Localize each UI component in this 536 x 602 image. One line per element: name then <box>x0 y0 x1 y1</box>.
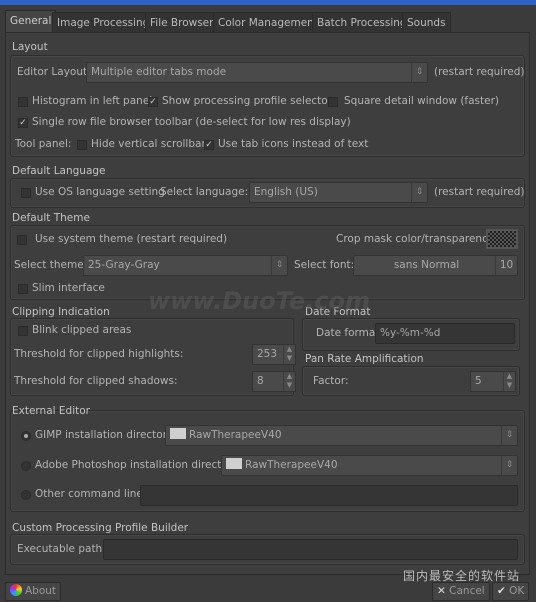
hide-scrollbar-checkbox[interactable] <box>77 140 87 150</box>
other-command-radio[interactable] <box>21 490 31 500</box>
language-value: English (US) <box>254 186 318 198</box>
show-profile-checkbox[interactable]: ✓ <box>148 97 158 107</box>
photoshop-radio[interactable] <box>21 461 31 471</box>
histogram-label: Histogram in left panel <box>32 95 153 107</box>
clipping-title: Clipping Indication <box>12 306 110 318</box>
tab-file-browser[interactable]: File Browser <box>145 12 219 33</box>
font-button[interactable]: sans Normal 10 <box>353 255 518 276</box>
highlights-spinbutton[interactable]: 253 ▲ ▼ <box>252 344 296 365</box>
photoshop-label: Adobe Photoshop installation directory: <box>35 459 242 471</box>
cancel-label: Cancel <box>449 585 485 597</box>
tab-icons-checkbox[interactable]: ✓ <box>204 140 214 150</box>
theme-select[interactable]: 25-Gray-Gray ⇕ <box>83 255 288 276</box>
tab-icons-label: Use tab icons instead of text <box>218 138 369 150</box>
square-detail-label: Square detail window (faster) <box>344 95 500 107</box>
shadows-spinbutton[interactable]: 8 ▲ ▼ <box>252 371 296 392</box>
watermark: www.DuoTe.com <box>148 287 370 315</box>
highlights-value: 253 <box>257 348 278 360</box>
use-system-theme-checkbox[interactable] <box>17 235 27 245</box>
select-font-label: Select font: <box>294 259 355 271</box>
photoshop-directory-chooser[interactable]: RawTherapeeV40 ⇕ <box>221 455 518 476</box>
about-button[interactable]: About <box>5 582 62 601</box>
use-os-language-label: Use OS language setting <box>35 186 165 198</box>
title-bar <box>0 0 536 5</box>
ok-label: OK <box>509 585 525 597</box>
check-icon: ✔ <box>497 585 506 597</box>
custom-profile-title: Custom Processing Profile Builder <box>12 522 189 534</box>
highlights-label: Threshold for clipped highlights: <box>14 348 184 360</box>
use-system-theme-label: Use system theme (restart required) <box>35 233 228 245</box>
language-select[interactable]: English (US) ⇕ <box>249 182 428 203</box>
gimp-label: GIMP installation directory: <box>35 429 177 441</box>
date-format-label: Date format: <box>316 327 384 339</box>
executable-path-input[interactable] <box>103 539 518 560</box>
folder-icon <box>226 458 242 469</box>
layout-title: Layout <box>12 41 48 53</box>
about-label: About <box>25 585 57 597</box>
select-theme-label: Select theme: <box>14 259 88 271</box>
close-icon: ✕ <box>437 585 446 597</box>
restart-note: (restart required) <box>434 66 525 78</box>
slim-interface-label: Slim interface <box>32 282 105 294</box>
gimp-directory-chooser[interactable]: RawTherapeeV40 ⇕ <box>165 425 518 446</box>
pan-title: Pan Rate Amplification <box>305 353 424 365</box>
editor-layout-label: Editor Layout: <box>17 66 91 78</box>
other-command-input[interactable] <box>140 485 518 506</box>
single-row-checkbox[interactable]: ✓ <box>18 118 28 128</box>
hide-scrollbar-label: Hide vertical scrollbar <box>91 138 206 150</box>
editor-layout-value: Multiple editor tabs mode <box>91 66 227 78</box>
chevron-updown-icon: ⇕ <box>271 256 287 275</box>
editor-layout-select[interactable]: Multiple editor tabs mode ⇕ <box>86 62 428 83</box>
slim-interface-checkbox[interactable] <box>18 284 28 294</box>
theme-value: 25-Gray-Gray <box>88 259 160 271</box>
spin-arrows-icon[interactable]: ▲ ▼ <box>283 372 295 391</box>
font-value: sans Normal <box>393 259 460 271</box>
shadows-value: 8 <box>257 375 264 387</box>
blink-clipped-checkbox[interactable] <box>18 326 28 336</box>
ok-button[interactable]: ✔ OK <box>492 582 530 601</box>
use-os-language-checkbox[interactable] <box>21 188 31 198</box>
cancel-button[interactable]: ✕ Cancel <box>432 582 490 601</box>
spin-arrows-icon[interactable]: ▲ ▼ <box>503 372 515 391</box>
single-row-label: Single row file browser toolbar (de-sele… <box>32 116 351 128</box>
shadows-label: Threshold for clipped shadows: <box>14 375 178 387</box>
histogram-checkbox[interactable] <box>18 97 28 107</box>
tab-image-processing[interactable]: Image Processing <box>52 12 155 33</box>
language-title: Default Language <box>12 165 106 177</box>
gimp-directory-value: RawTherapeeV40 <box>189 429 282 441</box>
other-command-label: Other command line: <box>35 488 147 500</box>
gimp-radio[interactable] <box>21 431 31 441</box>
blink-clipped-label: Blink clipped areas <box>32 324 132 336</box>
external-title: External Editor <box>12 405 90 417</box>
tab-general[interactable]: General <box>5 10 57 33</box>
rawtherapee-logo-icon <box>10 584 22 596</box>
tab-batch-processing[interactable]: Batch Processing <box>312 12 412 33</box>
show-profile-label: Show processing profile selector <box>162 95 333 107</box>
crop-mask-label: Crop mask color/transparency: <box>336 233 497 245</box>
folder-icon <box>170 428 186 439</box>
select-language-label: Select language: <box>160 186 249 198</box>
factor-spinbutton[interactable]: 5 ▲ ▼ <box>470 371 516 392</box>
executable-path-label: Executable path: <box>17 543 106 555</box>
chevron-updown-icon: ⇕ <box>411 183 427 202</box>
spin-arrows-icon[interactable]: ▲ ▼ <box>283 345 295 364</box>
tab-sounds[interactable]: Sounds <box>402 12 451 33</box>
font-size: 10 <box>495 256 517 275</box>
tab-color-management[interactable]: Color Management <box>213 12 323 33</box>
tool-panel-label: Tool panel: <box>15 138 72 150</box>
theme-title: Default Theme <box>12 212 90 224</box>
factor-value: 5 <box>475 375 482 387</box>
date-format-input[interactable]: %y-%m-%d <box>375 323 515 344</box>
chevron-updown-icon: ⇕ <box>501 426 517 445</box>
crop-mask-color-button[interactable] <box>486 229 518 249</box>
photoshop-directory-value: RawTherapeeV40 <box>245 459 338 471</box>
factor-label: Factor: <box>313 375 349 387</box>
chevron-updown-icon: ⇕ <box>501 456 517 475</box>
language-restart-note: (restart required) <box>434 186 525 198</box>
chevron-updown-icon: ⇕ <box>411 63 427 82</box>
square-detail-checkbox[interactable] <box>328 97 338 107</box>
